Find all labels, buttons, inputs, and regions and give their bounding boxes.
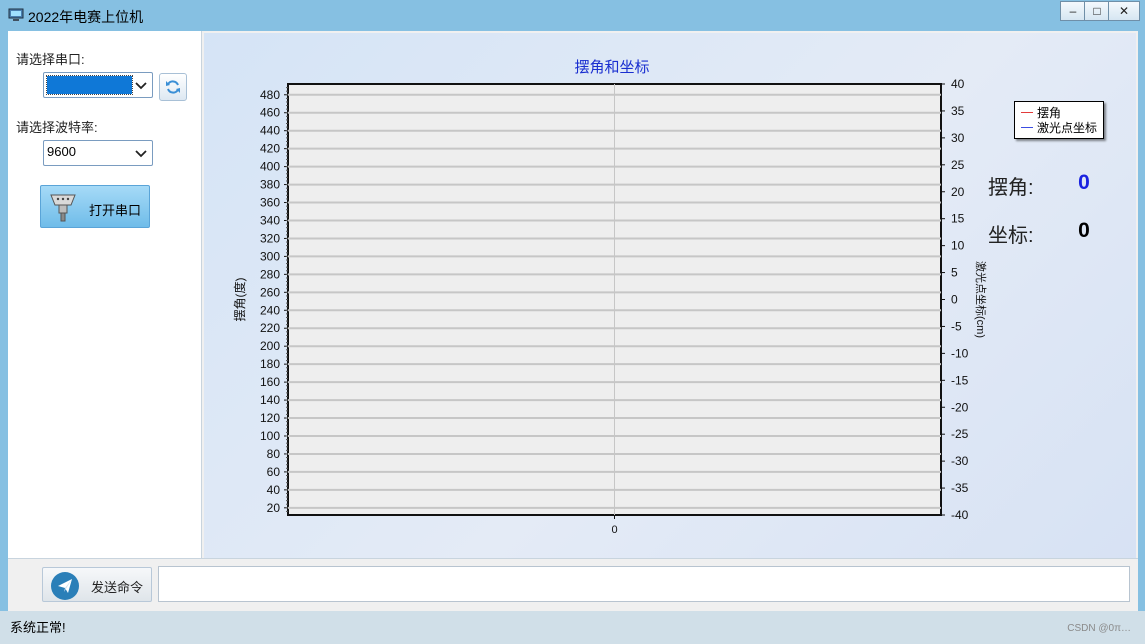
open-port-button[interactable]: 打开串口 <box>40 185 150 228</box>
y2-tick-label: 5 <box>951 266 958 280</box>
y2-tick-label: 30 <box>951 131 965 145</box>
y2-tick-label: -35 <box>951 481 969 495</box>
legend-item-laser: 激光点坐标 <box>1021 120 1097 135</box>
y-axis-label: 摆角(度) <box>232 278 247 322</box>
y-tick-label: 460 <box>260 106 280 120</box>
command-input[interactable] <box>158 566 1130 602</box>
paper-plane-icon <box>51 572 79 600</box>
computer-icon <box>8 8 24 21</box>
y2-tick-label: 35 <box>951 104 965 118</box>
legend-swatch-laser <box>1021 127 1033 128</box>
y2-tick-label: -15 <box>951 373 969 387</box>
port-label: 请选择串口: <box>16 52 85 67</box>
baud-label: 请选择波特率: <box>16 120 98 135</box>
y2-tick-label: 40 <box>951 77 965 91</box>
legend-label-laser: 激光点坐标 <box>1037 121 1098 135</box>
status-bar: 系统正常! CSDN @0π… <box>0 611 1145 644</box>
y-tick-label: 240 <box>260 303 280 317</box>
y2-tick-label: -30 <box>951 454 969 468</box>
y-tick-label: 260 <box>260 285 280 299</box>
status-text: 系统正常! <box>10 620 66 635</box>
title-bar: 2022年电赛上位机 – □ ✕ <box>0 0 1145 31</box>
y-tick-label: 200 <box>260 339 280 353</box>
port-selected-value <box>46 75 133 95</box>
y-tick-label: 300 <box>260 249 280 263</box>
minimize-button[interactable]: – <box>1060 1 1086 21</box>
x-tick-label: 0 <box>611 524 617 536</box>
open-port-label: 打开串口 <box>89 203 142 218</box>
y-tick-label: 440 <box>260 124 280 138</box>
command-bar: 发送命令 <box>8 558 1138 611</box>
port-select[interactable] <box>43 72 153 98</box>
y-tick-label: 100 <box>260 429 280 443</box>
y2-tick-label: 0 <box>951 293 958 307</box>
y-tick-label: 480 <box>260 88 280 102</box>
y-tick-label: 60 <box>267 465 281 479</box>
maximize-icon: □ <box>1093 4 1101 18</box>
baud-select[interactable]: 9600 <box>43 140 153 166</box>
y-tick-label: 180 <box>260 357 280 371</box>
y2-tick-label: -5 <box>951 319 962 333</box>
legend-item-angle: 摆角 <box>1021 105 1061 120</box>
y-tick-label: 280 <box>260 267 280 281</box>
y-tick-label: 120 <box>260 411 280 425</box>
y-tick-label: 140 <box>260 393 280 407</box>
close-icon: ✕ <box>1118 4 1130 18</box>
y-tick-label: 380 <box>260 178 280 192</box>
angle-readout-value: 0 <box>1078 171 1090 194</box>
y2-tick-label: -40 <box>951 508 969 522</box>
chart-legend: 摆角 激光点坐标 <box>1014 101 1104 139</box>
y-tick-label: 160 <box>260 375 280 389</box>
client-area: 请选择串口: 请选择波特率: 9600 打开串口 摆角和坐标 20 40 60 … <box>8 31 1138 611</box>
serial-connector-icon <box>50 194 76 222</box>
baud-selected-value: 9600 <box>47 144 76 159</box>
angle-readout-label: 摆角: <box>988 177 1034 199</box>
y2-tick-label: -25 <box>951 427 969 441</box>
window-title: 2022年电赛上位机 <box>28 9 144 25</box>
serial-settings-panel: 请选择串口: 请选择波特率: 9600 打开串口 <box>8 31 202 558</box>
y2-tick-label: -20 <box>951 400 969 414</box>
watermark: CSDN @0π… <box>1067 623 1131 634</box>
y-tick-label: 40 <box>267 483 281 497</box>
y-tick-label: 420 <box>260 142 280 156</box>
y-tick-label: 400 <box>260 160 280 174</box>
y-tick-label: 20 <box>267 501 281 515</box>
y-tick-label: 360 <box>260 196 280 210</box>
send-command-label: 发送命令 <box>91 580 144 595</box>
y2-tick-label: -10 <box>951 346 969 360</box>
refresh-icon <box>166 80 180 94</box>
y2-tick-label: 15 <box>951 212 965 226</box>
close-button[interactable]: ✕ <box>1108 1 1140 21</box>
y-tick-label: 80 <box>267 447 281 461</box>
send-command-button[interactable]: 发送命令 <box>42 567 152 602</box>
chevron-down-icon <box>135 82 147 90</box>
y-tick-label: 340 <box>260 213 280 227</box>
refresh-ports-button[interactable] <box>159 73 187 101</box>
chart-panel: 摆角和坐标 20 40 60 80 100 120 140 160 180 200 220 240 26… <box>204 33 1136 558</box>
legend-swatch-angle <box>1021 112 1033 113</box>
coord-readout-label: 坐标: <box>988 225 1034 247</box>
chevron-down-icon <box>135 150 147 158</box>
maximize-button[interactable]: □ <box>1084 1 1110 21</box>
minimize-icon: – <box>1069 4 1077 18</box>
y2-axis-label: 激光点坐标(cm) <box>974 261 988 338</box>
y-tick-label: 320 <box>260 231 280 245</box>
chart-plot: 2040608010012014016018020022024026028030… <box>232 77 988 536</box>
y2-tick-label: 10 <box>951 239 965 253</box>
y2-tick-label: 25 <box>951 158 965 172</box>
coord-readout-value: 0 <box>1078 219 1090 242</box>
y-tick-label: 220 <box>260 321 280 335</box>
y2-tick-label: 20 <box>951 185 965 199</box>
